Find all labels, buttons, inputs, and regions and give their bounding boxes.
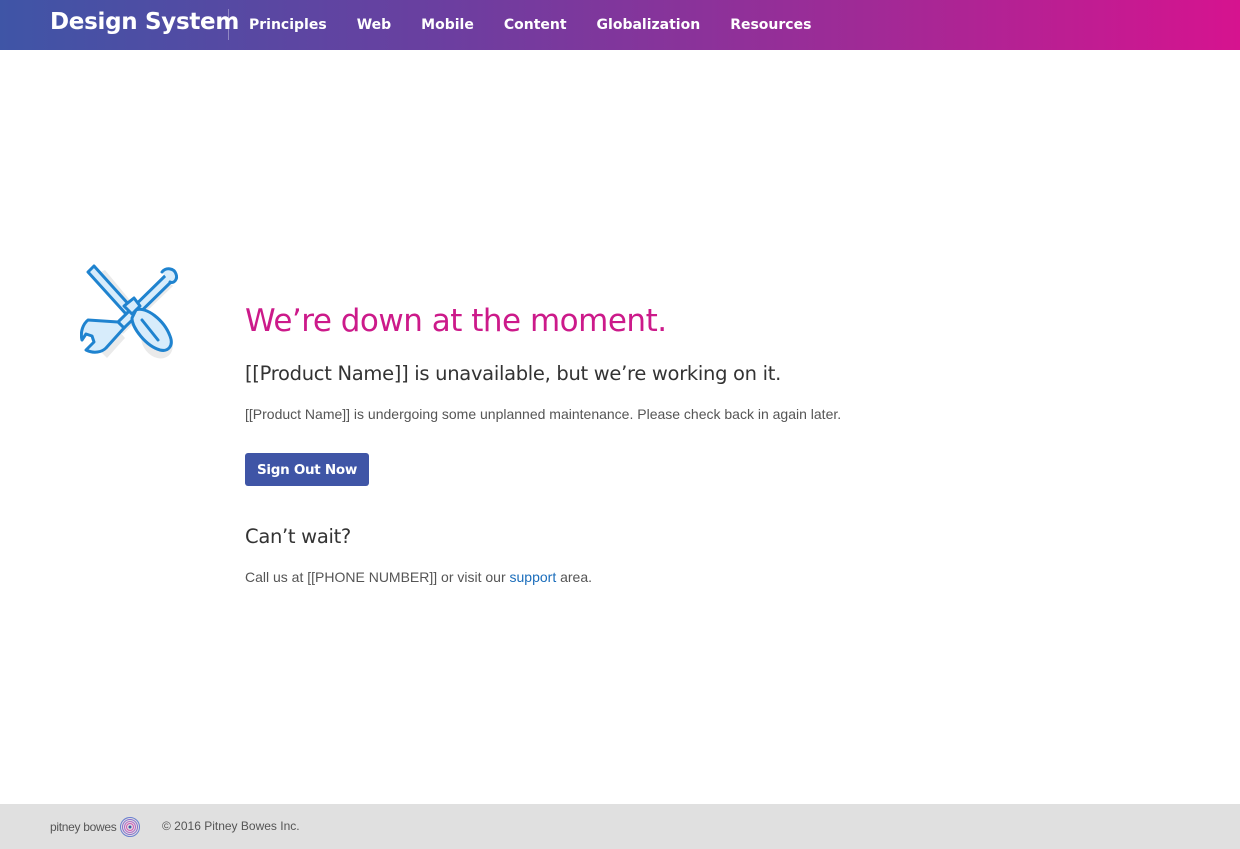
nav-item-globalization[interactable]: Globalization xyxy=(597,17,701,33)
nav-item-resources[interactable]: Resources xyxy=(730,17,811,33)
logo-wordmark: pitney bowes xyxy=(50,820,117,834)
maintenance-message: We’re down at the moment. [[Product Name… xyxy=(245,300,1045,587)
support-link[interactable]: support xyxy=(510,569,557,585)
nav-item-web[interactable]: Web xyxy=(357,17,391,33)
copyright-text: © 2016 Pitney Bowes Inc. xyxy=(162,819,300,833)
pitney-bowes-logo: pitney bowes xyxy=(50,816,141,838)
contact-text: Call us at [[PHONE NUMBER]] or visit our… xyxy=(245,567,1045,587)
cant-wait-heading: Can’t wait? xyxy=(245,525,351,548)
nav-item-content[interactable]: Content xyxy=(504,17,567,33)
contact-text-suffix: area. xyxy=(556,569,593,585)
wrench-screwdriver-icon xyxy=(79,262,184,362)
sign-out-button[interactable]: Sign Out Now xyxy=(245,453,370,486)
page-subheading: [[Product Name]] is unavailable, but we’… xyxy=(245,362,782,385)
brand-divider xyxy=(228,9,229,40)
page-headline: We’re down at the moment. xyxy=(245,303,667,339)
pitney-bowes-emblem-icon xyxy=(120,817,141,837)
top-navigation-bar: Design System Principles Web Mobile Cont… xyxy=(0,0,1240,50)
nav-item-principles[interactable]: Principles xyxy=(249,17,327,33)
main-nav: Principles Web Mobile Content Globalizat… xyxy=(249,0,841,50)
page-footer: pitney bowes © 2016 Pitney Bowes Inc. xyxy=(0,804,1240,849)
contact-text-prefix: Call us at [[PHONE NUMBER]] or visit our xyxy=(245,569,510,585)
nav-item-mobile[interactable]: Mobile xyxy=(421,17,474,33)
maintenance-description: [[Product Name]] is undergoing some unpl… xyxy=(245,406,842,422)
brand-title-link[interactable]: Design System xyxy=(50,9,239,35)
